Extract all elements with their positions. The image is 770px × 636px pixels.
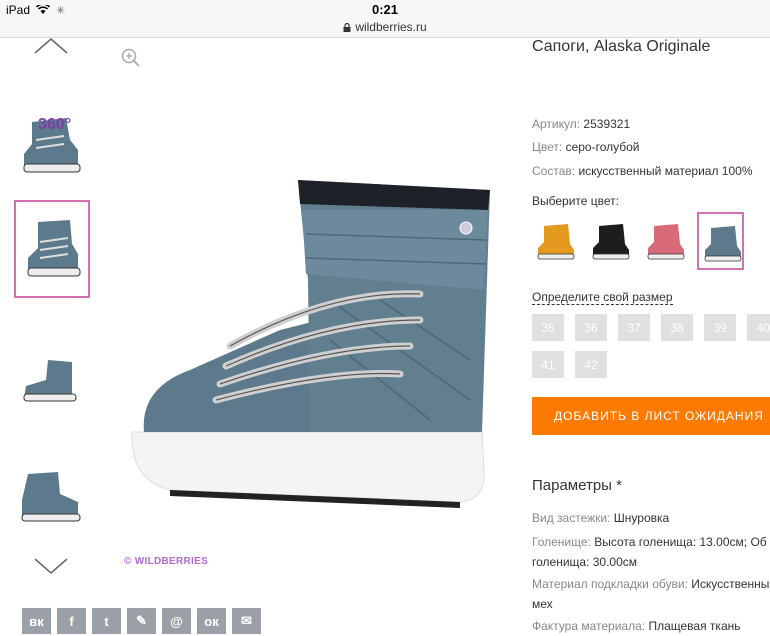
param-value: Плащевая ткань <box>648 619 741 633</box>
color-option-pink[interactable] <box>642 212 689 270</box>
main-product-image[interactable] <box>130 170 490 510</box>
param-row-continued: голенища: 30.00см <box>532 552 637 572</box>
pink-boot-icon <box>647 224 685 260</box>
param-row: Материал подкладки обуви: Искусственны <box>532 574 769 594</box>
color-option-gray-blue[interactable] <box>697 212 744 270</box>
param-row: Фактура материала: Плащевая ткань <box>532 616 741 636</box>
clock: 0:21 <box>371 2 399 17</box>
color-option-black[interactable] <box>587 212 634 270</box>
param-key: Вид застежки: <box>532 511 611 525</box>
thumbnail-back[interactable] <box>14 450 90 548</box>
param-row-continued: мех <box>532 594 553 614</box>
watermark: © WILDBERRIES <box>124 556 209 567</box>
boot-thumbnail-icon <box>27 220 81 277</box>
composition-label: Состав: <box>532 164 576 178</box>
thumbnail-360[interactable]: 360° <box>14 100 90 198</box>
param-value: Высота голенища: 13.00см; Об <box>594 535 767 549</box>
boot-thumbnail-icon <box>21 472 81 522</box>
add-to-wishlist-button[interactable]: ДОБАВИТЬ В ЛИСТ ОЖИДАНИЯ <box>532 397 770 435</box>
size-option[interactable]: 41 <box>532 351 564 378</box>
param-value: голенища: 30.00см <box>532 555 638 569</box>
thumbnail-main[interactable] <box>14 200 90 298</box>
thumbnail-side[interactable] <box>14 330 90 428</box>
thumbs-up-chevron-icon[interactable] <box>34 38 68 54</box>
size-option[interactable]: 42 <box>575 351 607 378</box>
size-option[interactable]: 39 <box>704 314 736 341</box>
black-boot-icon <box>592 224 630 260</box>
color-value: серо-голубой <box>565 140 640 154</box>
size-option[interactable]: 37 <box>618 314 650 341</box>
article-label: Артикул: <box>532 117 581 131</box>
lock-icon <box>343 23 351 32</box>
param-value: Шнуровка <box>613 511 670 525</box>
twitter-share-button[interactable]: t <box>92 608 121 634</box>
thumbs-down-chevron-icon[interactable] <box>34 558 68 574</box>
address-bar[interactable]: wildberries.ru <box>0 20 770 38</box>
param-key: Материал подкладки обуви: <box>532 577 688 591</box>
facebook-share-button[interactable]: f <box>57 608 86 634</box>
size-option[interactable]: 40 <box>747 314 770 341</box>
mailru-share-button[interactable]: @ <box>162 608 191 634</box>
status-bar: iPad ✳ 0:21 <box>0 0 770 20</box>
url-text: wildberries.ru <box>355 20 427 34</box>
size-selector: 35 36 37 38 39 40 41 42 <box>532 314 770 378</box>
params-heading: Параметры * <box>532 477 622 494</box>
livejournal-share-button[interactable]: ✎ <box>127 608 156 634</box>
color-label: Цвет: <box>532 140 563 154</box>
param-key: Голенище: <box>532 535 591 549</box>
color-option-orange[interactable] <box>532 212 579 270</box>
article-value: 2539321 <box>583 117 631 131</box>
boot-thumbnail-icon <box>23 360 77 402</box>
choose-color-label: Выберите цвет: <box>532 194 620 208</box>
param-row: Голенище: Высота голенища: 13.00см; Об <box>532 532 767 552</box>
size-option[interactable]: 36 <box>575 314 607 341</box>
odnoklassniki-share-button[interactable]: ок <box>197 608 226 634</box>
size-option[interactable]: 35 <box>532 314 564 341</box>
social-share-bar: вк f t ✎ @ ок ✉ <box>22 608 261 634</box>
badge-360: 360° <box>38 116 72 133</box>
composition-row: Состав: искусственный материал 100% <box>532 164 753 178</box>
param-value: мех <box>532 597 553 611</box>
param-key: Фактура материала: <box>532 619 646 633</box>
email-share-button[interactable]: ✉ <box>232 608 261 634</box>
color-row: Цвет: серо-голубой <box>532 140 640 154</box>
vk-share-button[interactable]: вк <box>22 608 51 634</box>
param-value: Искусственны <box>691 577 770 591</box>
orange-boot-icon <box>537 224 575 260</box>
gray-blue-boot-icon <box>704 226 742 262</box>
size-option[interactable]: 38 <box>661 314 693 341</box>
product-title: Сапоги, Alaska Originale <box>532 38 711 55</box>
article-row: Артикул: 2539321 <box>532 117 630 131</box>
color-selector <box>532 212 744 270</box>
zoom-in-icon[interactable] <box>121 48 141 68</box>
composition-value: искусственный материал 100% <box>578 164 753 178</box>
param-row: Вид застежки: Шнуровка <box>532 508 669 528</box>
size-guide-link[interactable]: Определите свой размер <box>532 290 673 305</box>
